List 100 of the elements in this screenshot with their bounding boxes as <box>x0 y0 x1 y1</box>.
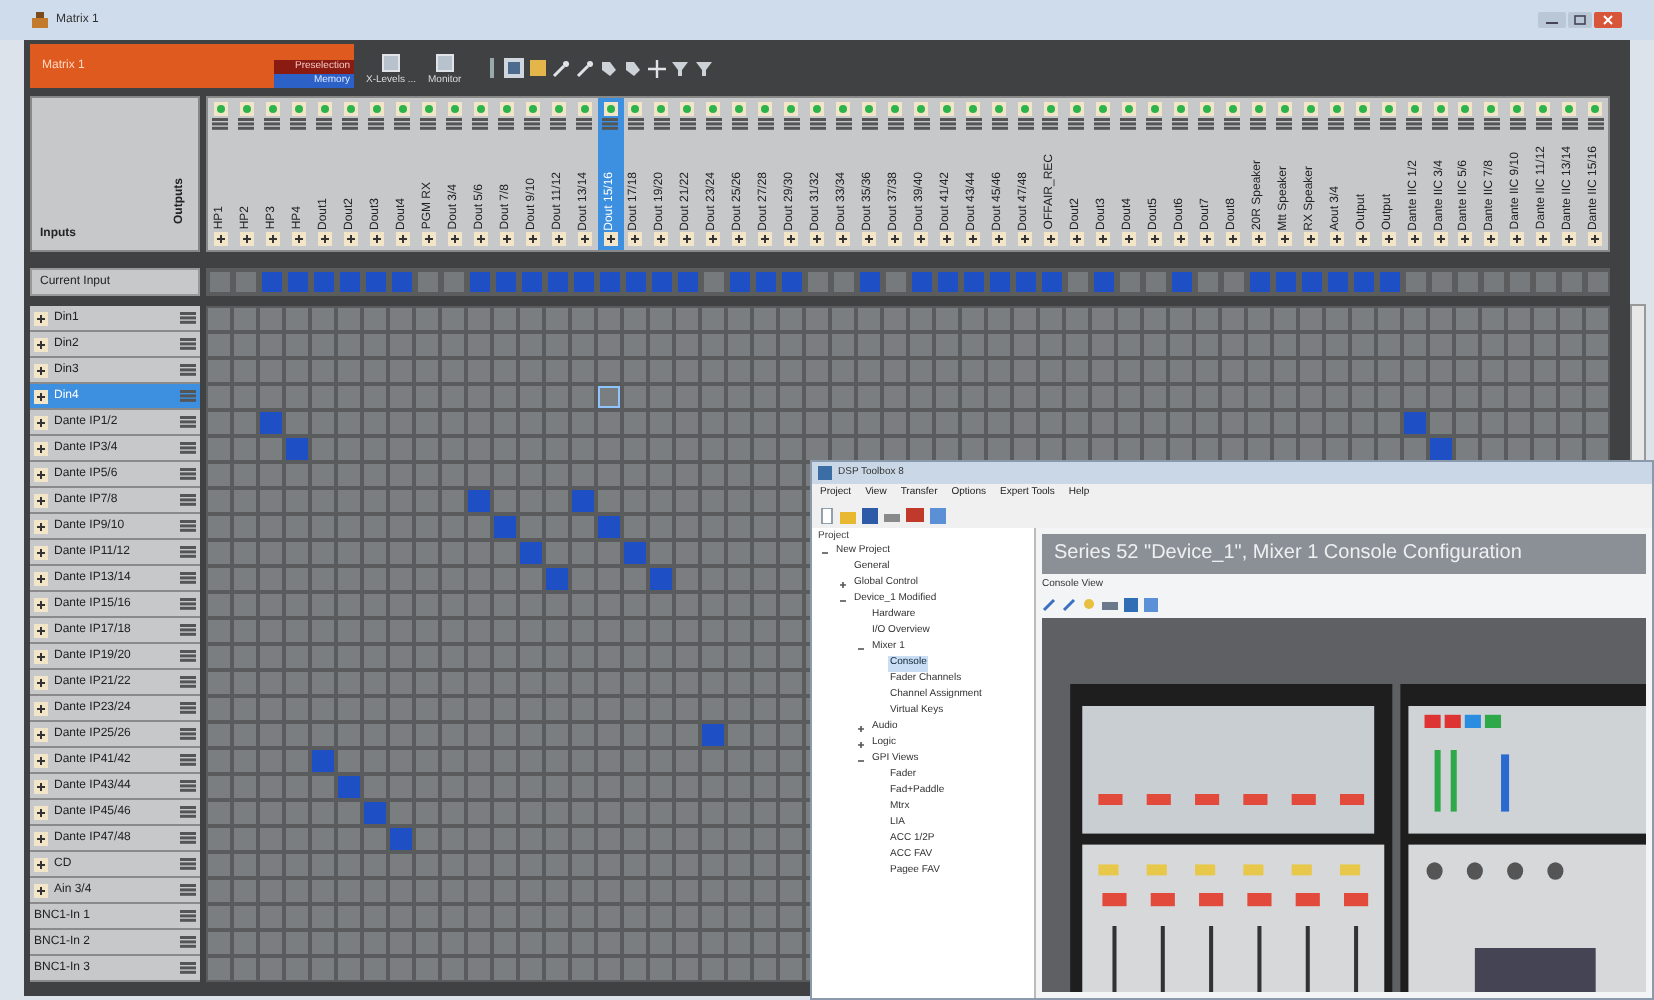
add-icon[interactable] <box>628 232 643 246</box>
fader-icon[interactable] <box>1198 118 1215 130</box>
fader-icon[interactable] <box>290 118 307 130</box>
bulb-icon[interactable] <box>1082 598 1096 612</box>
fader-icon[interactable] <box>783 118 800 130</box>
fader-icon[interactable] <box>180 312 196 324</box>
expand-icon[interactable] <box>34 675 48 689</box>
grid-icon[interactable] <box>503 58 524 78</box>
fader-icon[interactable] <box>180 364 196 376</box>
add-icon[interactable] <box>654 232 669 246</box>
fader-icon[interactable] <box>679 118 696 130</box>
fader-icon[interactable] <box>1509 118 1526 130</box>
expand-icon[interactable] <box>34 857 48 871</box>
expand-icon[interactable] <box>34 883 48 897</box>
fader-icon[interactable] <box>550 118 567 130</box>
fader-icon[interactable] <box>861 118 878 130</box>
fader-icon[interactable] <box>991 118 1008 130</box>
add-icon[interactable] <box>1510 232 1525 246</box>
fader-icon[interactable] <box>264 118 281 130</box>
open-folder-icon[interactable] <box>840 508 856 524</box>
expand-icon[interactable] <box>34 597 48 611</box>
fader-icon[interactable] <box>180 442 196 454</box>
close-icon[interactable] <box>1594 12 1622 28</box>
fader-icon[interactable] <box>180 494 196 506</box>
minimize-icon[interactable] <box>1538 12 1566 28</box>
fader-icon[interactable] <box>472 118 489 130</box>
add-icon[interactable] <box>343 232 358 246</box>
add-icon[interactable] <box>706 232 721 246</box>
add-icon[interactable] <box>239 232 254 246</box>
fader-icon[interactable] <box>180 338 196 350</box>
add-icon[interactable] <box>1484 232 1499 246</box>
fader-icon[interactable] <box>1354 118 1371 130</box>
add-icon[interactable] <box>1303 232 1318 246</box>
expand-icon[interactable] <box>34 415 48 429</box>
fader-icon[interactable] <box>180 650 196 662</box>
window-icon[interactable] <box>930 508 946 524</box>
fader-icon[interactable] <box>576 118 593 130</box>
add-icon[interactable] <box>1199 232 1214 246</box>
fader-icon[interactable] <box>913 118 930 130</box>
fader-icon[interactable] <box>238 118 255 130</box>
add-icon[interactable] <box>940 232 955 246</box>
add-icon[interactable] <box>421 232 436 246</box>
add-icon[interactable] <box>369 232 384 246</box>
fader-icon[interactable] <box>1042 118 1059 130</box>
add-icon[interactable] <box>862 232 877 246</box>
fader-icon[interactable] <box>1302 118 1319 130</box>
add-icon[interactable] <box>1458 232 1473 246</box>
add-icon[interactable] <box>1095 232 1110 246</box>
fader-icon[interactable] <box>1406 118 1423 130</box>
fader-icon[interactable] <box>627 118 644 130</box>
add-icon[interactable] <box>1173 232 1188 246</box>
add-icon[interactable] <box>888 232 903 246</box>
add-icon[interactable] <box>1147 232 1162 246</box>
expand-icon[interactable] <box>34 337 48 351</box>
fader-icon[interactable] <box>1094 118 1111 130</box>
fader-icon[interactable] <box>757 118 774 130</box>
fader-icon[interactable] <box>180 910 196 922</box>
add-icon[interactable] <box>1251 232 1266 246</box>
fader-icon[interactable] <box>180 572 196 584</box>
collapse-icon[interactable] <box>856 643 866 653</box>
add-icon[interactable] <box>1329 232 1344 246</box>
add-icon[interactable] <box>1277 232 1292 246</box>
expand-icon[interactable] <box>34 571 48 585</box>
expand-icon[interactable] <box>34 389 48 403</box>
fader-icon[interactable] <box>394 118 411 130</box>
fader-icon[interactable] <box>1172 118 1189 130</box>
add-icon[interactable] <box>966 232 981 246</box>
maximize-icon[interactable] <box>1568 12 1592 28</box>
add-icon[interactable] <box>525 232 540 246</box>
fader-icon[interactable] <box>498 118 515 130</box>
fader-icon[interactable] <box>731 118 748 130</box>
add-icon[interactable] <box>1225 232 1240 246</box>
fader-icon[interactable] <box>1120 118 1137 130</box>
fader-icon[interactable] <box>1146 118 1163 130</box>
add-icon[interactable] <box>1562 232 1577 246</box>
expand-icon[interactable] <box>34 441 48 455</box>
fader-icon[interactable] <box>1483 118 1500 130</box>
fader-icon[interactable] <box>1276 118 1293 130</box>
add-icon[interactable] <box>914 232 929 246</box>
fader-icon[interactable] <box>316 118 333 130</box>
fader-icon[interactable] <box>180 520 196 532</box>
expand-icon[interactable] <box>34 753 48 767</box>
fader-icon[interactable] <box>180 390 196 402</box>
add-icon[interactable] <box>1043 232 1058 246</box>
add-icon[interactable] <box>1407 232 1422 246</box>
fader-icon[interactable] <box>887 118 904 130</box>
fader-icon[interactable] <box>180 676 196 688</box>
fader-icon[interactable] <box>180 598 196 610</box>
fader-icon[interactable] <box>1250 118 1267 130</box>
fader-icon[interactable] <box>1068 118 1085 130</box>
fader-icon[interactable] <box>1535 118 1552 130</box>
add-icon[interactable] <box>758 232 773 246</box>
add-icon[interactable] <box>499 232 514 246</box>
add-icon[interactable] <box>1588 232 1603 246</box>
add-icon[interactable] <box>1121 232 1136 246</box>
crosshair-icon[interactable] <box>647 59 666 77</box>
add-icon[interactable] <box>992 232 1007 246</box>
expand-icon[interactable] <box>34 727 48 741</box>
expand-icon[interactable] <box>856 739 866 749</box>
monitor-icon[interactable] <box>906 508 924 524</box>
